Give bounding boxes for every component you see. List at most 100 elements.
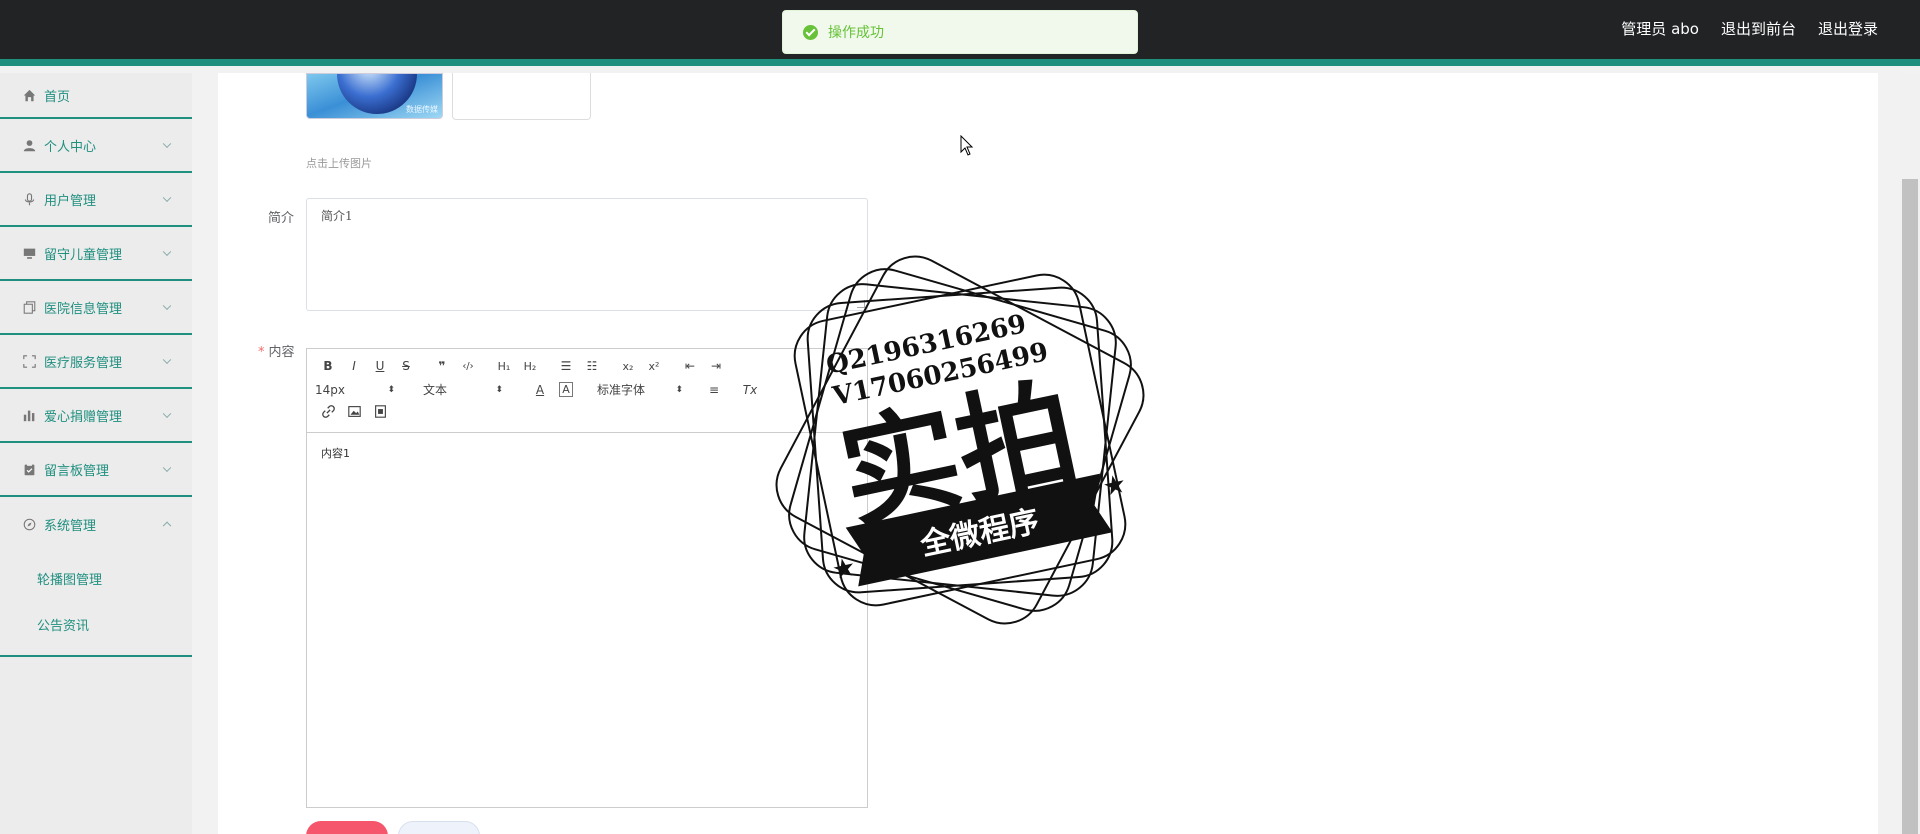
home-icon (22, 88, 36, 102)
video-icon[interactable] (367, 405, 393, 421)
sidebar-item-message-board-management[interactable]: 留言板管理 (0, 443, 192, 497)
sidebar-item-donation-management[interactable]: 爱心捐赠管理 (0, 389, 192, 443)
sidebar-item-user-management[interactable]: 用户管理 (0, 173, 192, 227)
upload-hint: 点击上传图片 (306, 157, 372, 170)
font-family-select[interactable]: 标准字体 ⬍ (597, 381, 683, 398)
admin-username: 管理员 abo (1621, 20, 1699, 38)
page-scrollbar[interactable] (1900, 73, 1920, 834)
header-links: 管理员 abo 退出到前台 退出登录 (1621, 18, 1878, 39)
copy-icon (22, 300, 36, 314)
bar-chart-icon (22, 408, 36, 422)
chevron-down-icon (162, 301, 172, 311)
fullscreen-icon (22, 354, 36, 368)
success-check-icon (803, 24, 818, 40)
sidebar-item-label: 留言板管理 (44, 463, 110, 479)
sidebar-subitem-announcements[interactable]: 公告资讯 (0, 601, 192, 647)
header-1-icon[interactable]: H₁ (491, 360, 517, 373)
sidebar-item-label: 医疗服务管理 (44, 355, 123, 371)
chevron-down-icon (162, 463, 172, 473)
toolbar-row-3 (315, 405, 393, 421)
chevron-down-icon (162, 193, 172, 203)
toolbar-row-1: B I U S ❞ ‹/› H₁ H₂ ☰ ☷ x₂ x² ⇤ ⇥ (315, 359, 729, 373)
sidebar-item-home[interactable]: 首页 (0, 73, 192, 119)
sidebar-item-system-management[interactable]: 系统管理 (0, 497, 192, 551)
subscript-icon[interactable]: x₂ (615, 360, 641, 373)
thumbnail-caption: 数据传媒 (406, 105, 438, 114)
clipboard-icon (22, 462, 36, 476)
header-select[interactable]: 文本 ⬍ (423, 381, 503, 398)
back-to-frontend-link[interactable]: 退出到前台 (1721, 18, 1796, 39)
mouse-cursor-icon (960, 135, 974, 156)
bullet-list-icon[interactable]: ☷ (579, 359, 605, 373)
align-icon[interactable]: ≡ (701, 383, 727, 397)
sidebar-item-label: 用户管理 (44, 193, 97, 209)
intro-label-text: 简介 (268, 211, 295, 226)
select-arrows-icon: ⬍ (495, 384, 503, 395)
background-color-icon[interactable]: A (559, 382, 573, 397)
rich-text-toolbar: B I U S ❞ ‹/› H₁ H₂ ☰ ☷ x₂ x² ⇤ ⇥ 14px ⬍… (306, 348, 868, 432)
success-toast: 操作成功 (782, 10, 1138, 54)
globe-graphic (337, 74, 417, 114)
intro-value: 简介1 (321, 209, 353, 223)
font-size-select[interactable]: 14px ⬍ (315, 383, 395, 397)
underline-icon[interactable]: U (367, 359, 393, 373)
indent-icon[interactable]: ⇥ (703, 359, 729, 373)
italic-icon[interactable]: I (341, 359, 367, 373)
header-select-value: 文本 (423, 383, 448, 397)
select-arrows-icon: ⬍ (387, 384, 395, 395)
chevron-down-icon (162, 409, 172, 419)
content-label: * 内容 (258, 341, 295, 360)
rich-text-editor[interactable]: 内容1 (306, 432, 868, 808)
bold-icon[interactable]: B (315, 359, 341, 373)
toast-message: 操作成功 (828, 25, 884, 41)
submit-button[interactable] (306, 821, 388, 834)
superscript-icon[interactable]: x² (641, 360, 667, 373)
sidebar-item-label: 个人中心 (44, 139, 97, 155)
outdent-icon[interactable]: ⇤ (677, 359, 703, 373)
sidebar-item-label: 爱心捐赠管理 (44, 409, 123, 425)
sidebar-subitem-carousel[interactable]: 轮播图管理 (0, 555, 192, 601)
sidebar-item-label: 系统管理 (44, 518, 97, 534)
sidebar-item-label: 留守儿童管理 (44, 247, 123, 263)
user-icon (22, 138, 36, 152)
link-icon[interactable] (315, 405, 341, 421)
cancel-button[interactable] (398, 821, 480, 834)
sidebar-item-medical-service-management[interactable]: 医疗服务管理 (0, 335, 192, 389)
sidebar-item-hospital-management[interactable]: 医院信息管理 (0, 281, 192, 335)
microphone-icon (22, 192, 36, 206)
header-2-icon[interactable]: H₂ (517, 360, 543, 373)
system-management-submenu: 轮播图管理 公告资讯 (0, 551, 192, 657)
required-marker: * (258, 345, 265, 360)
select-arrows-icon: ⬍ (675, 384, 683, 395)
sidebar-item-label: 医院信息管理 (44, 301, 123, 317)
sidebar-item-label: 首页 (44, 89, 71, 105)
code-block-icon[interactable]: ‹/› (455, 361, 481, 372)
chevron-up-icon (162, 521, 172, 531)
intro-label: 简介 (268, 207, 294, 226)
compass-icon (22, 517, 36, 531)
chevron-down-icon (162, 139, 172, 149)
ordered-list-icon[interactable]: ☰ (553, 359, 579, 373)
editor-content: 内容1 (321, 447, 350, 460)
sidebar: 首页 个人中心 用户管理 留守儿童管理 医院信息管理 医疗服务管理 爱心捐赠管理… (0, 73, 192, 834)
resize-grip-icon[interactable] (857, 300, 865, 308)
clear-format-icon[interactable]: Tx (737, 383, 763, 397)
sidebar-item-children-management[interactable]: 留守儿童管理 (0, 227, 192, 281)
toolbar-row-2: 14px ⬍ 文本 ⬍ A A 标准字体 ⬍ ≡ Tx (315, 381, 763, 398)
intro-textarea[interactable]: 简介1 (306, 198, 868, 311)
font-family-value: 标准字体 (597, 383, 646, 397)
scrollbar-thumb[interactable] (1902, 179, 1918, 834)
chevron-down-icon (162, 355, 172, 365)
image-icon[interactable] (341, 405, 367, 421)
monitor-icon (22, 246, 36, 260)
image-upload-slot[interactable] (452, 73, 591, 120)
chevron-down-icon (162, 247, 172, 257)
font-size-value: 14px (315, 382, 345, 397)
font-color-icon[interactable]: A (527, 383, 553, 397)
sidebar-item-personal-center[interactable]: 个人中心 (0, 119, 192, 173)
content-label-text: 内容 (268, 345, 295, 360)
strikethrough-icon[interactable]: S (393, 359, 419, 373)
blockquote-icon[interactable]: ❞ (429, 359, 455, 373)
logout-link[interactable]: 退出登录 (1818, 18, 1878, 39)
uploaded-image-thumbnail[interactable]: 数据传媒 (306, 73, 443, 119)
